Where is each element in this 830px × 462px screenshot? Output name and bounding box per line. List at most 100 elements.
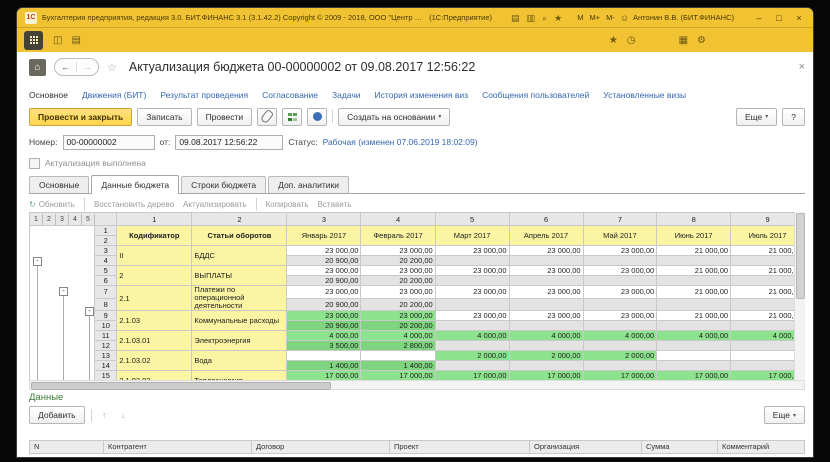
- grid-fact-cell[interactable]: [583, 298, 657, 311]
- grid-fact-cell[interactable]: 20 900,00: [287, 276, 361, 286]
- form-nav-link[interactable]: Результат проведения: [160, 90, 248, 100]
- grid-plan-cell[interactable]: 23 000,00: [287, 246, 361, 256]
- grid-plan-cell[interactable]: 17 000,00: [583, 371, 657, 381]
- grid-fact-cell[interactable]: [509, 298, 583, 311]
- grid-header-month[interactable]: Март 2017: [435, 226, 509, 246]
- grid-header-month[interactable]: Июнь 2017: [657, 226, 731, 246]
- grid-item-cell[interactable]: Платежи по операционной деятельности: [192, 286, 287, 311]
- grid-plan-cell[interactable]: 4 000,00: [583, 331, 657, 341]
- row-number[interactable]: 7: [95, 286, 117, 299]
- tab-2[interactable]: Данные бюджета: [91, 175, 179, 194]
- memory-button[interactable]: М+: [589, 13, 600, 22]
- grid-plan-cell[interactable]: 17 000,00: [287, 371, 361, 381]
- row-number[interactable]: 2: [95, 236, 117, 246]
- main-menu-button[interactable]: [24, 31, 43, 50]
- tree-collapse-button[interactable]: -: [59, 287, 68, 296]
- maximize-icon[interactable]: □: [773, 13, 785, 23]
- row-number[interactable]: 4: [95, 256, 117, 266]
- row-number[interactable]: 1: [95, 226, 117, 236]
- column-number-header[interactable]: 5: [435, 213, 509, 226]
- grid-plan-cell[interactable]: 23 000,00: [435, 311, 509, 321]
- grid-fact-cell[interactable]: [435, 298, 509, 311]
- forward-button[interactable]: →: [77, 62, 98, 72]
- favorites-star-icon[interactable]: ★: [609, 35, 618, 46]
- grid-fact-cell[interactable]: [657, 276, 731, 286]
- grid-fact-cell[interactable]: [657, 298, 731, 311]
- grid-fact-cell[interactable]: [435, 341, 509, 351]
- tree-collapse-button[interactable]: -: [85, 307, 94, 316]
- row-number[interactable]: 9: [95, 311, 117, 321]
- grid-plan-cell[interactable]: 23 000,00: [583, 246, 657, 256]
- grid-fact-cell[interactable]: [583, 276, 657, 286]
- grid-fact-cell[interactable]: 20 200,00: [361, 298, 435, 311]
- group-level-button[interactable]: 3: [56, 214, 69, 225]
- grid-plan-cell[interactable]: [287, 351, 361, 361]
- grid-plan-cell[interactable]: 17 000,00: [509, 371, 583, 381]
- grid-header-month[interactable]: Февраль 2017: [361, 226, 435, 246]
- row-number[interactable]: 12: [95, 341, 117, 351]
- settings-gear-icon[interactable]: ⚙: [697, 35, 706, 46]
- grid-plan-cell[interactable]: 23 000,00: [583, 266, 657, 276]
- data-table-column-header[interactable]: Проект: [390, 441, 530, 453]
- grid-fact-cell[interactable]: 2 800,00: [361, 341, 435, 351]
- grid-code-cell[interactable]: 2.1: [117, 286, 192, 311]
- grid-plan-cell[interactable]: 17 000,00: [435, 371, 509, 381]
- row-number[interactable]: 11: [95, 331, 117, 341]
- save-icon[interactable]: ▤: [511, 9, 520, 27]
- row-number[interactable]: 15: [95, 371, 117, 381]
- grid-item-cell[interactable]: Вода: [192, 351, 287, 371]
- back-button[interactable]: ←: [55, 62, 77, 72]
- history-clock-icon[interactable]: ◷: [627, 35, 636, 46]
- grid-fact-cell[interactable]: [583, 256, 657, 266]
- grid-toolbar-button[interactable]: Актуализировать: [183, 200, 246, 209]
- group-level-button[interactable]: 4: [69, 214, 82, 225]
- grid-plan-cell[interactable]: 2 000,00: [583, 351, 657, 361]
- grid-plan-cell[interactable]: 23 000,00: [509, 311, 583, 321]
- grid-plan-cell[interactable]: 21 000,00: [657, 246, 731, 256]
- row-number[interactable]: 8: [95, 298, 117, 311]
- all-functions-icon[interactable]: ▦: [679, 35, 688, 46]
- data-table-column-header[interactable]: N: [30, 441, 104, 453]
- group-level-button[interactable]: 2: [43, 214, 56, 225]
- grid-fact-cell[interactable]: 20 900,00: [287, 298, 361, 311]
- post-and-close-button[interactable]: Провести и закрыть: [29, 108, 132, 126]
- grid-plan-cell[interactable]: 2 000,00: [435, 351, 509, 361]
- grid-code-cell[interactable]: 2.1.03.02: [117, 351, 192, 371]
- grid-header-items[interactable]: Статьи оборотов: [192, 226, 287, 246]
- grid-plan-cell[interactable]: 23 000,00: [509, 246, 583, 256]
- grid-code-cell[interactable]: 2: [117, 266, 192, 286]
- create-based-on-button[interactable]: Создать на основании ▾: [338, 108, 450, 126]
- grid-plan-cell[interactable]: 17 000,00: [361, 371, 435, 381]
- horizontal-scrollbar-thumb[interactable]: [31, 382, 331, 390]
- data-table-column-header[interactable]: Организация: [530, 441, 642, 453]
- move-up-button[interactable]: ↑: [98, 410, 111, 420]
- minimize-icon[interactable]: –: [753, 13, 765, 23]
- grid-plan-cell[interactable]: 4 000,00: [435, 331, 509, 341]
- favorites-icon[interactable]: ★: [554, 9, 562, 27]
- add-button[interactable]: Добавить: [29, 406, 85, 424]
- grid-code-cell[interactable]: 2.1.03.01: [117, 331, 192, 351]
- structure-button[interactable]: [282, 108, 302, 126]
- data-table-column-header[interactable]: Сумма: [642, 441, 718, 453]
- write-button[interactable]: Записать: [137, 108, 191, 126]
- form-nav-link[interactable]: Задачи: [332, 90, 361, 100]
- column-number-header[interactable]: 2: [192, 213, 287, 226]
- row-number[interactable]: 5: [95, 266, 117, 276]
- grid-fact-cell[interactable]: 20 900,00: [287, 256, 361, 266]
- grid-plan-cell[interactable]: 23 000,00: [583, 286, 657, 299]
- data-more-button[interactable]: Еще ▾: [764, 406, 805, 424]
- grid-plan-cell[interactable]: 23 000,00: [361, 311, 435, 321]
- form-nav-link[interactable]: Установленные визы: [603, 90, 686, 100]
- post-button[interactable]: Провести: [197, 108, 253, 126]
- column-number-header[interactable]: 8: [657, 213, 731, 226]
- grid-header-month[interactable]: Май 2017: [583, 226, 657, 246]
- grid-header-codifier[interactable]: Кодификатор: [117, 226, 192, 246]
- group-level-button[interactable]: 1: [30, 214, 43, 225]
- grid-toolbar-button[interactable]: Восстановить дерево: [94, 200, 174, 209]
- document-icon[interactable]: ▤: [71, 35, 80, 46]
- memory-button[interactable]: М-: [606, 13, 615, 22]
- grid-fact-cell[interactable]: [435, 276, 509, 286]
- search-icon[interactable]: ⌕: [542, 9, 547, 27]
- grid-toolbar-button[interactable]: ↻Обновить: [29, 200, 75, 209]
- more-button[interactable]: Еще ▾: [736, 108, 777, 126]
